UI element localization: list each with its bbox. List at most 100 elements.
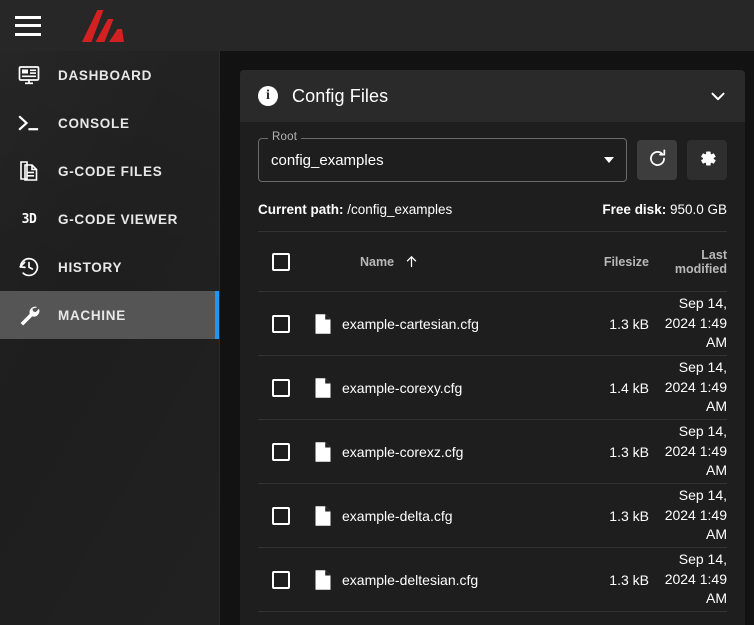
- status-row: Current path: /config_examples Free disk…: [258, 182, 727, 231]
- file-modified-cell: Sep 14,: [649, 611, 727, 625]
- info-circle-icon: i: [258, 86, 278, 106]
- file-table-body: example-cartesian.cfg 1.3 kB Sep 14, 2024 …: [258, 291, 727, 625]
- row-checkbox[interactable]: [272, 442, 290, 461]
- file-name-cell[interactable]: example-corexy.cfg: [342, 355, 567, 420]
- active-accent-bar: [215, 291, 219, 339]
- file-table: Name Filesize Last modified example-cart…: [258, 231, 727, 625]
- file-name-cell[interactable]: example-deltesian.cfg: [342, 547, 567, 612]
- file-icon: [304, 505, 342, 527]
- card-body: Root config_examples Current path: /conf…: [240, 122, 745, 625]
- refresh-button[interactable]: [637, 140, 677, 180]
- row-checkbox[interactable]: [272, 314, 290, 333]
- chevron-down-icon[interactable]: [707, 85, 729, 107]
- file-icon: [304, 377, 342, 399]
- refresh-icon: [647, 148, 668, 172]
- chevron-down-icon: [604, 157, 614, 163]
- file-size-cell: 1.4 kB: [567, 355, 649, 420]
- app-root: DASHBOARD CONSOLE G-CODE FILES 3D G-CODE…: [0, 0, 754, 625]
- row-select-cell: [258, 291, 304, 356]
- controls-row: Root config_examples: [258, 131, 727, 182]
- settings-button[interactable]: [687, 140, 727, 180]
- filesize-header[interactable]: Filesize: [567, 231, 649, 292]
- name-header[interactable]: Name: [342, 231, 567, 292]
- icon-header: [304, 231, 342, 292]
- row-select-cell: [258, 355, 304, 420]
- select-all-checkbox[interactable]: [272, 252, 290, 271]
- sidebar-item-gcode-files[interactable]: G-CODE FILES: [0, 147, 219, 195]
- sidebar-item-gcode-viewer[interactable]: 3D G-CODE VIEWER: [0, 195, 219, 243]
- file-icon-cell: [304, 483, 342, 548]
- 3d-text-icon: 3D: [21, 211, 37, 227]
- sidebar: DASHBOARD CONSOLE G-CODE FILES 3D G-CODE…: [0, 51, 220, 625]
- file-name-cell[interactable]: example-delta.cfg: [342, 483, 567, 548]
- name-header-label: Name: [360, 254, 395, 269]
- free-disk-label: Free disk:: [602, 202, 667, 217]
- file-icon-cell: [304, 611, 342, 625]
- file-name-cell[interactable]: example-cartesian.cfg: [342, 291, 567, 356]
- root-select-label: Root: [268, 131, 302, 143]
- card-header[interactable]: i Config Files: [240, 70, 745, 122]
- file-icon-cell: [304, 547, 342, 612]
- file-icon: [304, 569, 342, 591]
- top-app-bar: [0, 0, 754, 51]
- file-size-cell: [567, 611, 649, 625]
- root-select[interactable]: Root config_examples: [258, 131, 627, 182]
- fluidd-logo[interactable]: [81, 9, 125, 43]
- file-modified-cell: Sep 14, 2024 1:49 AM: [649, 291, 727, 356]
- file-size-cell: 1.3 kB: [567, 547, 649, 612]
- config-files-card: i Config Files Root config_examples Curr…: [240, 70, 745, 625]
- arrow-up-icon: [404, 254, 419, 269]
- file-size-cell: 1.3 kB: [567, 291, 649, 356]
- row-checkbox[interactable]: [272, 570, 290, 589]
- row-checkbox[interactable]: [272, 378, 290, 397]
- hamburger-menu-icon[interactable]: [15, 15, 41, 36]
- table-header-row: Name Filesize Last modified: [258, 231, 727, 292]
- sidebar-item-history[interactable]: HISTORY: [0, 243, 219, 291]
- row-select-cell: [258, 483, 304, 548]
- history-clock-icon: [16, 254, 42, 280]
- file-icon-cell: [304, 291, 342, 356]
- sidebar-item-label: G-CODE FILES: [58, 163, 163, 179]
- wrench-icon: [16, 302, 42, 328]
- file-modified-cell: Sep 14, 2024 1:49 AM: [649, 547, 727, 612]
- hamburger-bar: [15, 32, 41, 36]
- row-checkbox[interactable]: [272, 506, 290, 525]
- file-name-cell[interactable]: [342, 611, 567, 625]
- row-select-cell: [258, 611, 304, 625]
- table-row[interactable]: example-deltesian.cfg 1.3 kB Sep 14, 2024 …: [258, 547, 727, 612]
- main-content: i Config Files Root config_examples Curr…: [220, 51, 754, 625]
- file-icon: [304, 313, 342, 335]
- monitor-icon: [16, 62, 42, 88]
- file-modified-cell: Sep 14, 2024 1:49 AM: [649, 419, 727, 484]
- file-modified-cell: Sep 14, 2024 1:49 AM: [649, 355, 727, 420]
- sidebar-item-label: G-CODE VIEWER: [58, 211, 179, 227]
- current-path-label: Current path:: [258, 202, 344, 217]
- sidebar-item-label: CONSOLE: [58, 115, 130, 131]
- file-table-head: Name Filesize Last modified: [258, 231, 727, 292]
- sidebar-item-console[interactable]: CONSOLE: [0, 99, 219, 147]
- sidebar-nav-list: DASHBOARD CONSOLE G-CODE FILES 3D G-CODE…: [0, 51, 219, 339]
- card-title: Config Files: [292, 85, 389, 106]
- free-disk-value: 950.0 GB: [666, 202, 727, 217]
- free-disk: Free disk: 950.0 GB: [602, 202, 727, 217]
- select-all-header: [258, 231, 304, 292]
- file-name-cell[interactable]: example-corexz.cfg: [342, 419, 567, 484]
- table-row[interactable]: example-corexz.cfg 1.3 kB Sep 14, 2024 1:4…: [258, 419, 727, 484]
- hamburger-bar: [15, 24, 41, 27]
- last-modified-header[interactable]: Last modified: [649, 231, 727, 292]
- sidebar-item-dashboard[interactable]: DASHBOARD: [0, 51, 219, 99]
- table-row[interactable]: example-cartesian.cfg 1.3 kB Sep 14, 2024 …: [258, 291, 727, 356]
- table-row[interactable]: example-delta.cfg 1.3 kB Sep 14, 2024 1:49…: [258, 483, 727, 548]
- current-path: Current path: /config_examples: [258, 202, 452, 217]
- root-select-value: config_examples: [271, 151, 384, 169]
- sidebar-item-label: HISTORY: [58, 259, 123, 275]
- table-row[interactable]: example-corexy.cfg 1.4 kB Sep 14, 2024 1:4…: [258, 355, 727, 420]
- current-path-value: /config_examples: [343, 202, 453, 217]
- sidebar-item-label: DASHBOARD: [58, 67, 153, 83]
- hamburger-bar: [15, 15, 41, 19]
- table-row[interactable]: Sep 14,: [258, 611, 727, 625]
- file-copy-icon: [16, 158, 42, 184]
- sidebar-item-machine[interactable]: MACHINE: [0, 291, 219, 339]
- file-icon-cell: [304, 419, 342, 484]
- file-modified-cell: Sep 14, 2024 1:49 AM: [649, 483, 727, 548]
